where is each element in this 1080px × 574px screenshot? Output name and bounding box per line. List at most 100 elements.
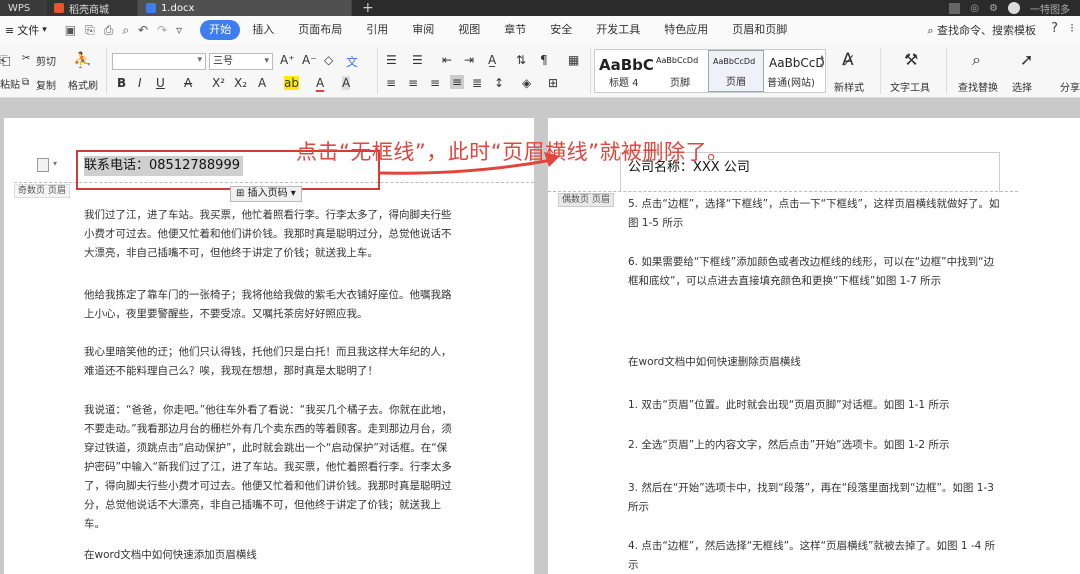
even-page-header-label: 偶数页 页眉 xyxy=(558,193,614,207)
increase-indent-icon[interactable]: ⇥ xyxy=(464,53,474,67)
select-button[interactable]: 选择 xyxy=(1012,79,1032,94)
copy-button[interactable]: 复制 xyxy=(36,77,56,92)
italic-icon[interactable]: I xyxy=(138,76,142,90)
tab-page-layout[interactable]: 页面布局 xyxy=(286,20,354,40)
show-marks-icon[interactable]: ¶ xyxy=(540,53,548,67)
style-footer[interactable]: AaBbCcDd 页脚 xyxy=(652,50,708,92)
new-style-button[interactable]: 新样式 xyxy=(834,79,864,94)
menu-icon: ≡ xyxy=(5,23,15,37)
save-icon[interactable]: ▣ xyxy=(65,23,76,38)
file-menu-label: 文件 xyxy=(17,24,40,37)
table-grid-icon[interactable]: ▦ xyxy=(568,53,579,67)
style-heading4[interactable]: AaBbC 标题 4 xyxy=(595,50,654,92)
paste-icon[interactable]: ⎗ xyxy=(0,54,10,69)
paragraph[interactable]: 6. 如果需要给“下框线”添加颜色或者改边框线的线形，可以在“边框”中找到“边框… xyxy=(628,253,1004,291)
paragraph[interactable]: 1. 双击“页眉”位置。此时就会出现“页眉页脚”对话框。如图 1-1 所示 xyxy=(628,396,1004,415)
highlight-icon[interactable]: ab xyxy=(284,76,299,90)
style-label: 普通(网站) xyxy=(767,78,815,89)
paste-label[interactable]: 粘贴 xyxy=(0,76,20,91)
tab-label: 1.docx xyxy=(161,2,195,14)
superscript-icon[interactable]: X² xyxy=(212,76,225,90)
align-right-icon[interactable]: ≡ xyxy=(430,76,440,90)
tab-references[interactable]: 引用 xyxy=(354,20,400,40)
char-shading-icon[interactable]: A xyxy=(342,76,351,90)
undo-icon[interactable]: ↶ xyxy=(138,23,148,38)
underline-icon[interactable]: U xyxy=(156,76,165,90)
insert-page-number-button[interactable]: ⊞ 插入页码 ▾ xyxy=(230,186,302,202)
grow-font-icon[interactable]: A⁺ xyxy=(280,53,295,67)
border-icon[interactable]: ⊞ xyxy=(548,76,558,90)
subscript-icon[interactable]: X₂ xyxy=(234,76,247,90)
paragraph[interactable]: 我心里暗笑他的迂；他们只认得钱，托他们只是白托！而且我这样大年纪的人，难道还不能… xyxy=(84,343,456,381)
font-color-icon[interactable]: A xyxy=(316,76,325,92)
format-brush-button[interactable]: 格式刷 xyxy=(68,77,98,92)
distributed-icon[interactable]: ≣ xyxy=(472,76,482,90)
more-icon[interactable]: ⁝ xyxy=(1070,21,1074,35)
numbering-icon[interactable]: ☰ xyxy=(412,53,423,67)
cut-icon: ✂ xyxy=(22,53,31,64)
align-left-icon[interactable]: ≡ xyxy=(386,76,396,90)
settings-icon[interactable]: ⚙ xyxy=(989,3,998,14)
skin-icon[interactable]: ◎ xyxy=(970,3,979,14)
command-search[interactable]: ⌕ 查找命令、搜索模板 xyxy=(927,22,1036,38)
tab-special-apps[interactable]: 特色应用 xyxy=(652,20,720,40)
font-name-select[interactable] xyxy=(112,53,206,70)
tab-developer[interactable]: 开发工具 xyxy=(584,20,652,40)
clear-format-icon[interactable]: ◇ xyxy=(324,53,333,67)
title-bar: WPS 稻壳商城 1.docx + ◎ ⚙ 一特图多 xyxy=(0,0,1080,16)
find-replace-button[interactable]: 查找替换 xyxy=(958,79,998,94)
text-tools-button[interactable]: 文字工具 xyxy=(890,79,930,94)
paragraph[interactable]: 2. 全选“页眉”上的内容文字，然后点击”开始”选项卡。如图 1-2 所示 xyxy=(628,436,1004,455)
strikethrough-icon[interactable]: A xyxy=(184,76,192,90)
align-center-icon[interactable]: ≡ xyxy=(408,76,418,90)
share-button[interactable]: 分享 xyxy=(1060,79,1080,94)
bullets-icon[interactable]: ☰ xyxy=(386,53,397,67)
tab-review[interactable]: 审阅 xyxy=(400,20,446,40)
chevron-down-icon[interactable]: ▾ xyxy=(53,159,57,168)
bold-icon[interactable]: B xyxy=(117,76,126,90)
gallery-scroll-icon[interactable]: ▴ ▾ xyxy=(820,52,824,70)
font-size-select[interactable]: 三号 xyxy=(209,53,273,70)
line-spacing-icon[interactable]: ↕ xyxy=(494,76,504,90)
sort-icon[interactable]: ⇅ xyxy=(516,53,526,67)
avatar[interactable] xyxy=(1008,2,1020,14)
tab-document[interactable]: 1.docx xyxy=(138,0,352,16)
text-effect-icon[interactable]: A xyxy=(258,76,266,90)
paragraph[interactable]: 我们过了江，进了车站。我买票，他忙着照看行李。行李太多了，得向脚夫行些小费才可过… xyxy=(84,206,456,263)
shrink-font-icon[interactable]: A⁻ xyxy=(302,53,317,67)
style-header[interactable]: AaBbCcDd 页眉 xyxy=(708,50,764,92)
paragraph[interactable]: 4. 点击“边框”，然后选择“无框线”。这样“页眉横线”就被去掉了。如图 1 -… xyxy=(628,537,1004,574)
tab-security[interactable]: 安全 xyxy=(538,20,584,40)
help-icon[interactable]: ? xyxy=(1051,21,1058,36)
tab-daoke-store[interactable]: 稻壳商城 xyxy=(46,0,138,16)
paragraph[interactable]: 3. 然后在“开始”选项卡中，找到“段落”，再在“段落里面找到“边框”。如图 1… xyxy=(628,479,1004,517)
phonetic-icon[interactable]: 文 xyxy=(346,53,358,70)
header-options-icon[interactable] xyxy=(37,158,49,172)
file-menu[interactable]: ≡ 文件 ▾ xyxy=(0,22,53,38)
style-normal-web[interactable]: AaBbCcD 普通(网站) xyxy=(765,50,825,92)
justify-icon[interactable]: ≡ xyxy=(450,75,465,89)
export-pdf-icon[interactable]: ⎘ xyxy=(85,23,95,38)
shading-icon[interactable]: ◈ xyxy=(522,76,531,90)
window-layout-icon[interactable] xyxy=(949,2,961,14)
tab-home[interactable]: 开始 xyxy=(200,20,241,40)
tab-wps[interactable]: WPS xyxy=(0,0,46,16)
user-name[interactable]: 一特图多 xyxy=(1030,1,1070,16)
customize-icon[interactable]: ▿ xyxy=(176,23,182,38)
decrease-indent-icon[interactable]: ⇤ xyxy=(442,53,452,67)
print-icon[interactable]: ⎙ xyxy=(104,23,114,38)
paragraph[interactable]: 我说道：“爸爸，你走吧。”他往车外看了看说：“我买几个橘子去。你就在此地，不要走… xyxy=(84,401,456,534)
paragraph[interactable]: 5. 点击“边框”，选择“下框线”，点击一下“下框线”，这样页眉横线就做好了。如… xyxy=(628,195,1004,233)
tab-section[interactable]: 章节 xyxy=(492,20,538,40)
cut-button[interactable]: 剪切 xyxy=(36,53,56,68)
chinese-layout-icon[interactable]: A̲ xyxy=(488,53,496,67)
new-tab-button[interactable]: + xyxy=(362,0,374,16)
paragraph-heading[interactable]: 在word文档中如何快速删除页眉横线 xyxy=(628,353,1004,372)
tab-header-footer[interactable]: 页眉和页脚 xyxy=(720,20,799,40)
paragraph-heading[interactable]: 在word文档中如何快速添加页眉横线 xyxy=(84,546,456,565)
redo-icon[interactable]: ↷ xyxy=(157,23,167,38)
print-preview-icon[interactable]: ⌕ xyxy=(122,23,129,38)
tab-view[interactable]: 视图 xyxy=(446,20,492,40)
tab-insert[interactable]: 插入 xyxy=(240,20,286,40)
paragraph[interactable]: 他给我拣定了靠车门的一张椅子；我将他给我做的紫毛大衣铺好座位。他嘱我路上小心，夜… xyxy=(84,286,456,324)
